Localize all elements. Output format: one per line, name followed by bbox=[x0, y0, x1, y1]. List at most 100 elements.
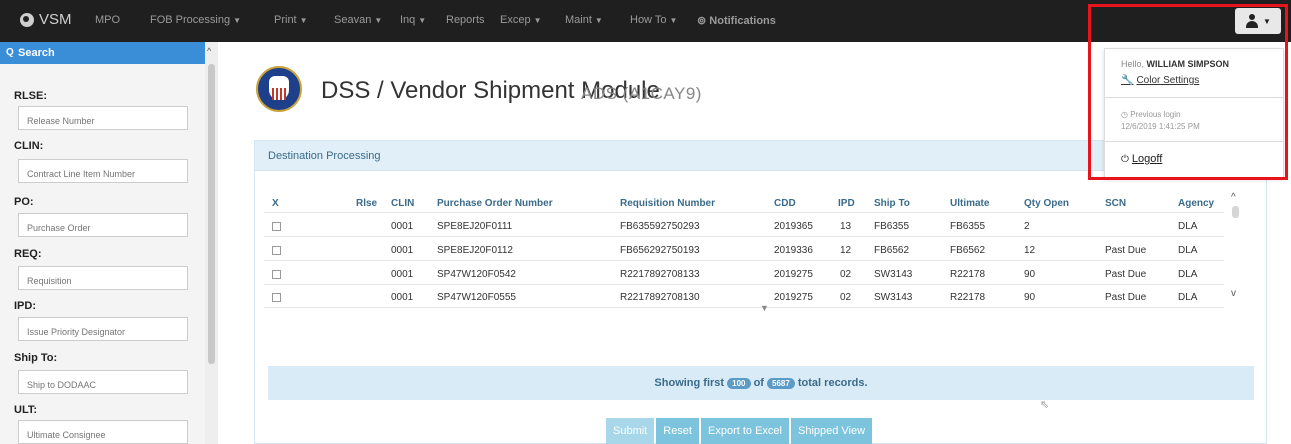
cell-clin: 0001 bbox=[391, 221, 414, 232]
col-header-qty-open[interactable]: Qty Open bbox=[1024, 198, 1069, 209]
cell-scn: Past Due bbox=[1105, 245, 1147, 256]
row-divider bbox=[264, 307, 1224, 308]
chevron-up-icon[interactable]: ^ bbox=[1231, 192, 1236, 203]
records-middle: of bbox=[753, 377, 764, 389]
chevron-up-icon: ^ bbox=[207, 46, 212, 56]
col-header-requisition[interactable]: Requisition Number bbox=[620, 198, 715, 209]
export-to-excel-button[interactable]: Export to Excel bbox=[701, 418, 789, 444]
nav-item-how-to[interactable]: How To ▼ bbox=[630, 14, 677, 26]
ult-label: ULT: bbox=[14, 404, 38, 416]
brand-link[interactable]: VSM bbox=[20, 11, 72, 28]
row-checkbox[interactable] bbox=[272, 246, 281, 255]
ship-to-input[interactable] bbox=[18, 370, 188, 394]
row-checkbox[interactable] bbox=[272, 222, 281, 231]
col-header-rlse[interactable]: Rlse bbox=[356, 198, 377, 209]
cell-requisition: FB635592750293 bbox=[620, 221, 700, 232]
nav-item-label: FOB Processing bbox=[150, 14, 231, 26]
ship-to-label: Ship To: bbox=[14, 352, 58, 364]
caret-down-icon: ▼ bbox=[669, 16, 678, 25]
reset-button[interactable]: Reset bbox=[656, 418, 699, 444]
expand-table-icon[interactable]: ▼ bbox=[760, 303, 769, 313]
col-header-scn[interactable]: SCN bbox=[1105, 198, 1126, 209]
page-subtitle: ADS (A1CAY9) bbox=[581, 84, 702, 103]
caret-down-icon: ▼ bbox=[299, 16, 308, 25]
cell-qty-open: 12 bbox=[1024, 245, 1036, 256]
cell-scn: Past Due bbox=[1105, 269, 1147, 280]
col-header-clin[interactable]: CLIN bbox=[391, 198, 414, 209]
shipped-view-button[interactable]: Shipped View bbox=[790, 418, 873, 444]
chevron-down-icon[interactable]: v bbox=[1231, 288, 1236, 299]
col-header-ipd[interactable]: IPD bbox=[838, 198, 855, 209]
records-total-badge: 5687 bbox=[767, 377, 795, 389]
row-divider bbox=[264, 236, 1224, 237]
col-header-x[interactable]: X bbox=[272, 198, 279, 209]
cell-ultimate: FB6355 bbox=[950, 221, 986, 232]
col-header-po-number[interactable]: Purchase Order Number bbox=[437, 198, 553, 209]
nav-item-label: Maint bbox=[565, 14, 592, 26]
submit-button[interactable]: Submit bbox=[606, 418, 655, 444]
cell-qty-open: 90 bbox=[1024, 269, 1036, 280]
records-summary: Showing first 100 of 5687 total records. bbox=[268, 366, 1254, 400]
col-header-agency[interactable]: Agency bbox=[1178, 198, 1214, 209]
dla-seal-logo bbox=[256, 66, 302, 112]
col-header-cdd[interactable]: CDD bbox=[774, 198, 796, 209]
nav-item-seavan[interactable]: Seavan ▼ bbox=[334, 14, 382, 26]
search-sidebar: Q Search RLSE: CLIN: PO: REQ: IPD: Ship … bbox=[0, 42, 218, 444]
nav-item-label: How To bbox=[630, 14, 667, 26]
po-input[interactable] bbox=[18, 213, 188, 237]
nav-item-mpo[interactable]: MPO bbox=[95, 14, 120, 26]
nav-item-inq[interactable]: Inq ▼ bbox=[400, 14, 426, 26]
row-checkbox[interactable] bbox=[272, 293, 281, 302]
cell-po-number: SPE8EJ20F0112 bbox=[437, 245, 513, 256]
cell-agency: DLA bbox=[1178, 269, 1198, 280]
caret-down-icon: ▼ bbox=[594, 16, 603, 25]
scrollbar-thumb[interactable] bbox=[208, 64, 215, 364]
nav-item-reports[interactable]: Reports bbox=[446, 14, 485, 26]
nav-item-fob-processing[interactable]: FOB Processing ▼ bbox=[150, 14, 241, 26]
cell-requisition: R2217892708130 bbox=[620, 292, 700, 303]
cell-qty-open: 90 bbox=[1024, 292, 1036, 303]
brand-label: VSM bbox=[39, 11, 72, 28]
nav-item-notifications[interactable]: ⊚ Notifications bbox=[697, 14, 776, 27]
search-header[interactable]: Q Search bbox=[0, 42, 205, 64]
cell-ipd: 02 bbox=[840, 292, 852, 303]
cell-clin: 0001 bbox=[391, 292, 414, 303]
bell-icon: ⊚ bbox=[697, 15, 707, 27]
req-label: REQ: bbox=[14, 248, 42, 260]
nav-item-excep[interactable]: Excep ▼ bbox=[500, 14, 542, 26]
action-buttons: Submit Reset Export to Excel Shipped Vie… bbox=[606, 418, 873, 444]
col-header-ultimate[interactable]: Ultimate bbox=[950, 198, 989, 209]
cell-ship-to: FB6562 bbox=[874, 245, 910, 256]
header-divider bbox=[264, 212, 1224, 213]
scrollbar-thumb[interactable] bbox=[1232, 206, 1239, 218]
globe-icon bbox=[20, 12, 34, 27]
ipd-label: IPD: bbox=[14, 300, 36, 312]
row-divider bbox=[264, 260, 1224, 261]
nav-item-maint[interactable]: Maint ▼ bbox=[565, 14, 603, 26]
cell-po-number: SP47W120F0555 bbox=[437, 292, 516, 303]
cell-scn: Past Due bbox=[1105, 292, 1147, 303]
caret-down-icon: ▼ bbox=[374, 16, 383, 25]
ipd-input[interactable] bbox=[18, 317, 188, 341]
cell-requisition: FB656292750193 bbox=[620, 245, 700, 256]
nav-item-label: Excep bbox=[500, 14, 531, 26]
sidebar-scrollbar[interactable]: ^ bbox=[205, 42, 218, 444]
req-input[interactable] bbox=[18, 266, 188, 290]
clin-input[interactable] bbox=[18, 159, 188, 183]
caret-down-icon: ▼ bbox=[233, 16, 242, 25]
cell-clin: 0001 bbox=[391, 269, 414, 280]
cell-ultimate: R22178 bbox=[950, 292, 986, 303]
rlse-input[interactable] bbox=[18, 106, 188, 130]
cell-ship-to: SW3143 bbox=[874, 292, 913, 303]
ult-input[interactable] bbox=[18, 420, 188, 444]
row-checkbox[interactable] bbox=[272, 270, 281, 279]
cell-agency: DLA bbox=[1178, 245, 1198, 256]
cell-agency: DLA bbox=[1178, 292, 1198, 303]
nav-item-print[interactable]: Print ▼ bbox=[274, 14, 308, 26]
cell-ipd: 12 bbox=[840, 245, 852, 256]
cell-cdd: 2019365 bbox=[774, 221, 813, 232]
table-scrollbar[interactable]: ^ v bbox=[1228, 192, 1244, 304]
cell-ultimate: R22178 bbox=[950, 269, 986, 280]
col-header-ship-to[interactable]: Ship To bbox=[874, 198, 910, 209]
nav-item-label: Reports bbox=[446, 14, 485, 26]
